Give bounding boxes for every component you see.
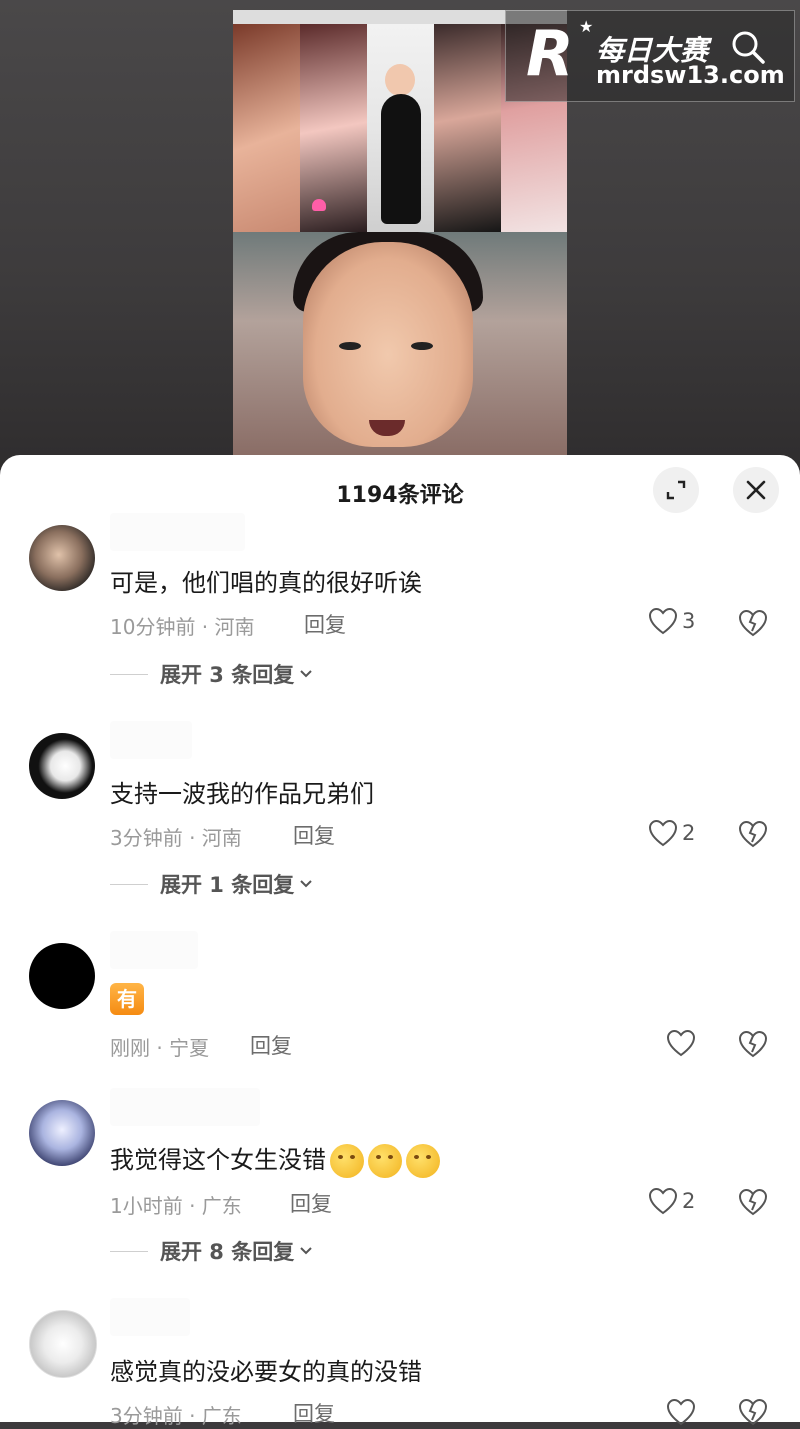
expand-replies-label: 展开 8 条回复	[160, 1240, 295, 1264]
video-tile	[367, 24, 434, 232]
comment-item: 可是，他们唱的真的很好听诶 10分钟前 · 河南 回复 3 展开 3 条回复	[0, 513, 800, 695]
video-player[interactable]: R ★ 每日大赛 mrdsw13.com	[0, 0, 800, 470]
comment-item: 感觉真的没必要女的真的没错 3分钟前 · 广东 回复	[0, 1298, 800, 1428]
reply-button[interactable]: 回复	[304, 609, 346, 639]
watermark: R ★ 每日大赛 mrdsw13.com	[505, 10, 795, 102]
broken-heart-icon[interactable]	[738, 609, 768, 637]
broken-heart-icon[interactable]	[738, 1030, 768, 1058]
comment-item: 支持一波我的作品兄弟们 3分钟前 · 河南 回复 2 展开 1 条回复	[0, 721, 800, 903]
avatar[interactable]	[29, 1100, 95, 1166]
comment-meta: 10分钟前 · 河南	[110, 615, 255, 639]
username[interactable]	[110, 931, 198, 969]
broken-heart-icon[interactable]	[738, 1188, 768, 1216]
like-count: 3	[682, 609, 696, 633]
username[interactable]	[110, 1298, 190, 1336]
dancer-figure	[385, 64, 415, 96]
person-eye	[411, 342, 433, 350]
comment-meta: 刚刚 · 宁夏	[110, 1036, 210, 1060]
watermark-logo: R	[526, 17, 574, 90]
heart-icon	[648, 1187, 678, 1215]
expand-replies[interactable]: 展开 8 条回复	[110, 1236, 314, 1266]
search-icon[interactable]	[728, 27, 768, 67]
heart-sticker-icon	[312, 199, 326, 211]
emoji-icon	[330, 1144, 364, 1178]
chevron-down-icon	[300, 880, 312, 888]
like-button[interactable]: 3	[648, 607, 695, 635]
comment-text: 可是，他们唱的真的很好听诶	[110, 569, 422, 597]
comment-text: 有	[110, 983, 144, 1015]
chevron-down-icon	[300, 670, 312, 678]
comment-meta: 1小时前 · 广东	[110, 1194, 242, 1218]
person-eye	[339, 342, 361, 350]
reply-button[interactable]: 回复	[250, 1030, 292, 1060]
divider	[110, 673, 148, 675]
reply-button[interactable]: 回复	[293, 820, 335, 850]
expand-replies-label: 展开 3 条回复	[160, 663, 295, 687]
comment-meta: 3分钟前 · 河南	[110, 826, 242, 850]
divider	[110, 1250, 148, 1252]
emoji-icon	[406, 1144, 440, 1178]
heart-icon	[648, 819, 678, 847]
expand-replies-label: 展开 1 条回复	[160, 873, 295, 897]
star-icon: ★	[579, 17, 594, 36]
like-button[interactable]: 2	[648, 819, 695, 847]
comment-text-body: 我觉得这个女生没错	[110, 1146, 326, 1174]
like-count: 2	[682, 1189, 696, 1213]
avatar[interactable]	[29, 943, 95, 1009]
video-tile	[300, 24, 367, 232]
emoji-badge: 有	[110, 983, 144, 1015]
emoji-icon	[368, 1144, 402, 1178]
divider	[110, 883, 148, 885]
broken-heart-icon[interactable]	[738, 820, 768, 848]
dancer-figure	[381, 94, 421, 224]
expand-replies[interactable]: 展开 3 条回复	[110, 659, 314, 689]
username[interactable]	[110, 721, 192, 759]
close-button[interactable]	[733, 467, 779, 513]
reply-button[interactable]: 回复	[293, 1398, 335, 1428]
expand-replies[interactable]: 展开 1 条回复	[110, 869, 314, 899]
comment-sheet: 1194条评论 可是，他们唱的真的很好听诶 10分钟前 · 河南 回复 3 展开…	[0, 455, 800, 1428]
close-icon	[746, 480, 766, 500]
expand-icon	[666, 480, 686, 500]
comment-text: 感觉真的没必要女的真的没错	[110, 1358, 422, 1386]
expand-button[interactable]	[653, 467, 699, 513]
like-button[interactable]: 2	[648, 1187, 695, 1215]
comment-meta: 3分钟前 · 广东	[110, 1404, 242, 1428]
person-face	[303, 242, 473, 447]
comment-item: 有 刚刚 · 宁夏 回复	[0, 931, 800, 1063]
avatar[interactable]	[29, 733, 95, 799]
video-tile	[434, 24, 501, 232]
video-tile	[233, 24, 300, 232]
avatar[interactable]	[29, 525, 95, 591]
username[interactable]	[110, 513, 245, 551]
chevron-down-icon	[300, 1247, 312, 1255]
comment-item: 我觉得这个女生没错 1小时前 · 广东 回复 2 展开 8 条回复	[0, 1088, 800, 1270]
comment-text: 支持一波我的作品兄弟们	[110, 780, 374, 808]
avatar[interactable]	[29, 1310, 97, 1378]
username[interactable]	[110, 1088, 260, 1126]
comment-text: 我觉得这个女生没错	[110, 1140, 440, 1178]
reply-button[interactable]: 回复	[290, 1188, 332, 1218]
like-button[interactable]	[666, 1029, 696, 1057]
like-count: 2	[682, 821, 696, 845]
video-tile	[233, 232, 567, 455]
heart-icon	[666, 1029, 696, 1057]
heart-icon	[648, 607, 678, 635]
